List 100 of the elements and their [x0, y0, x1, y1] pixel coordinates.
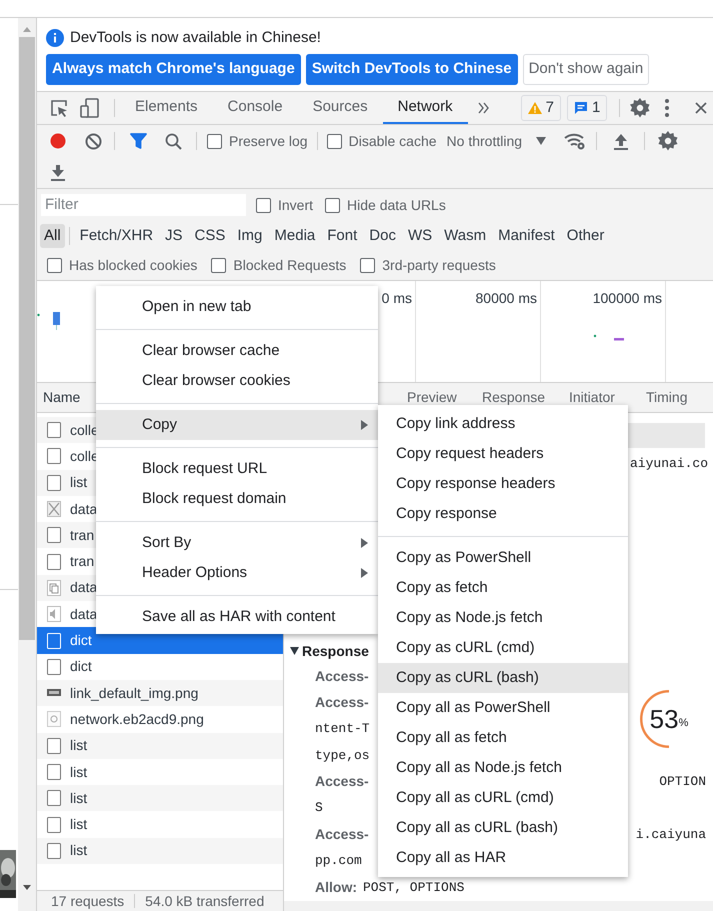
checkbox[interactable] — [325, 198, 340, 212]
caret-icon[interactable] — [536, 137, 546, 145]
menu-item[interactable]: Copy all as cURL (bash) — [378, 813, 628, 843]
type-filter[interactable]: All — [40, 224, 65, 248]
type-filter[interactable]: Media — [270, 224, 320, 248]
menu-item[interactable]: Copy request headers — [378, 439, 628, 469]
request-name: dict — [70, 631, 92, 650]
collapse-triangle-icon[interactable] — [290, 647, 299, 655]
type-filter[interactable]: JS — [161, 224, 187, 248]
menu-item-label: Copy response headers — [396, 474, 556, 494]
more-tabs-icon[interactable] — [478, 102, 490, 114]
request-row[interactable]: list — [37, 785, 283, 812]
checkbox[interactable] — [360, 258, 376, 272]
section-title[interactable]: Response — [302, 640, 369, 662]
settings-icon[interactable] — [630, 98, 650, 118]
file-icon — [47, 580, 61, 596]
document-icon — [47, 554, 61, 570]
request-row[interactable]: link_default_img.png — [37, 680, 283, 706]
throttling-select[interactable]: No throttling — [446, 130, 522, 152]
menu-item[interactable]: Copy as cURL (cmd) — [378, 633, 628, 663]
upload-icon[interactable] — [614, 132, 628, 150]
request-row[interactable]: list — [37, 838, 283, 864]
menu-item[interactable]: Open in new tab — [96, 292, 378, 322]
scrollbar-thumb[interactable] — [19, 37, 35, 640]
close-icon[interactable] — [695, 102, 708, 114]
checkbox-label: Invert — [278, 196, 314, 214]
type-filter[interactable]: Wasm — [440, 224, 490, 248]
submenu-arrow-icon — [361, 420, 368, 430]
checkbox[interactable] — [207, 134, 222, 148]
record-icon[interactable] — [50, 133, 66, 149]
scrollbar[interactable] — [18, 18, 36, 911]
menu-item[interactable]: Copy all as fetch — [378, 723, 628, 753]
header-value: type,os — [315, 746, 370, 765]
type-filter[interactable]: Img — [233, 224, 266, 248]
menu-item[interactable]: Copy as PowerShell — [378, 543, 628, 573]
filter-field[interactable]: Filter — [41, 194, 246, 216]
menu-item[interactable]: Copy response headers — [378, 469, 628, 499]
more-options-icon[interactable] — [665, 99, 670, 117]
menu-item[interactable]: Copy link address — [378, 409, 628, 439]
checkbox[interactable] — [256, 198, 271, 212]
menu-item[interactable]: Copy as Node.js fetch — [378, 603, 628, 633]
device-icon[interactable] — [80, 98, 100, 118]
request-row[interactable]: list — [37, 732, 283, 759]
document-icon — [47, 764, 61, 780]
scroll-down-icon[interactable] — [23, 885, 31, 890]
menu-item[interactable]: Copy — [96, 410, 378, 440]
network-conditions-icon[interactable] — [564, 132, 586, 150]
menu-item[interactable]: Header Options — [96, 558, 378, 588]
dismiss-button[interactable]: Don't show again — [522, 54, 650, 85]
checkbox[interactable] — [326, 134, 342, 148]
menu-item[interactable]: Copy all as PowerShell — [378, 693, 628, 723]
column-header[interactable]: Response — [482, 390, 569, 404]
header-value-fragment: i.caiyuna — [636, 826, 706, 844]
column-header[interactable]: Timing — [646, 390, 706, 404]
menu-item[interactable]: Block request URL — [96, 454, 378, 484]
meter-unit: % — [678, 716, 688, 731]
messages-badge[interactable]: 1 — [566, 95, 608, 121]
menu-item[interactable]: Copy all as HAR — [378, 843, 628, 873]
tab[interactable]: Elements — [120, 92, 213, 124]
checkbox[interactable] — [47, 258, 62, 272]
header-name: Access- — [315, 693, 369, 712]
horizontal-scrollbar[interactable] — [284, 901, 713, 911]
type-filter[interactable]: Font — [323, 224, 362, 248]
header-value: S — [315, 799, 323, 818]
menu-item[interactable]: Copy as cURL (bash) — [378, 663, 628, 693]
type-filter[interactable]: Other — [562, 224, 608, 248]
info-message: DevTools is now available in Chinese! — [70, 28, 321, 48]
menu-item[interactable]: Sort By — [96, 528, 378, 558]
search-icon[interactable] — [165, 132, 182, 150]
tab[interactable]: Sources — [298, 92, 383, 124]
column-header[interactable]: Preview — [407, 390, 482, 404]
inspect-icon[interactable] — [50, 99, 68, 117]
menu-item[interactable]: Clear browser cache — [96, 336, 378, 366]
checkbox[interactable] — [211, 258, 226, 272]
menu-item[interactable]: Copy all as Node.js fetch — [378, 753, 628, 783]
filter-icon[interactable] — [130, 133, 147, 149]
tab[interactable]: Console — [212, 92, 298, 124]
header-name: Access- — [315, 666, 369, 686]
menu-item-label: Copy link address — [396, 414, 516, 434]
menu-item-label: Copy as Node.js fetch — [396, 608, 543, 628]
menu-item[interactable]: Block request domain — [96, 484, 378, 514]
menu-item[interactable]: Clear browser cookies — [96, 366, 378, 396]
settings-icon[interactable] — [658, 131, 678, 151]
type-filter[interactable]: Manifest — [494, 224, 559, 248]
menu-item[interactable]: Copy response — [378, 499, 628, 529]
clear-icon[interactable] — [85, 132, 102, 150]
column-header[interactable]: Initiator — [569, 390, 646, 404]
request-name: data — [70, 578, 98, 598]
type-filter[interactable]: WS — [404, 224, 436, 248]
menu-item[interactable]: Copy all as cURL (cmd) — [378, 783, 628, 813]
action-button[interactable]: Always match Chrome's language — [46, 54, 301, 85]
document-icon — [47, 527, 61, 544]
menu-item-label: Open in new tab — [142, 296, 252, 317]
download-icon[interactable] — [51, 164, 65, 181]
type-filter[interactable]: Doc — [365, 224, 400, 248]
action-button[interactable]: Switch DevTools to Chinese — [306, 54, 518, 85]
menu-item[interactable]: Copy as fetch — [378, 573, 628, 603]
type-filter[interactable]: Fetch/XHR — [76, 224, 158, 248]
type-filter[interactable]: CSS — [190, 224, 230, 248]
warnings-badge[interactable]: 7 — [520, 95, 561, 121]
